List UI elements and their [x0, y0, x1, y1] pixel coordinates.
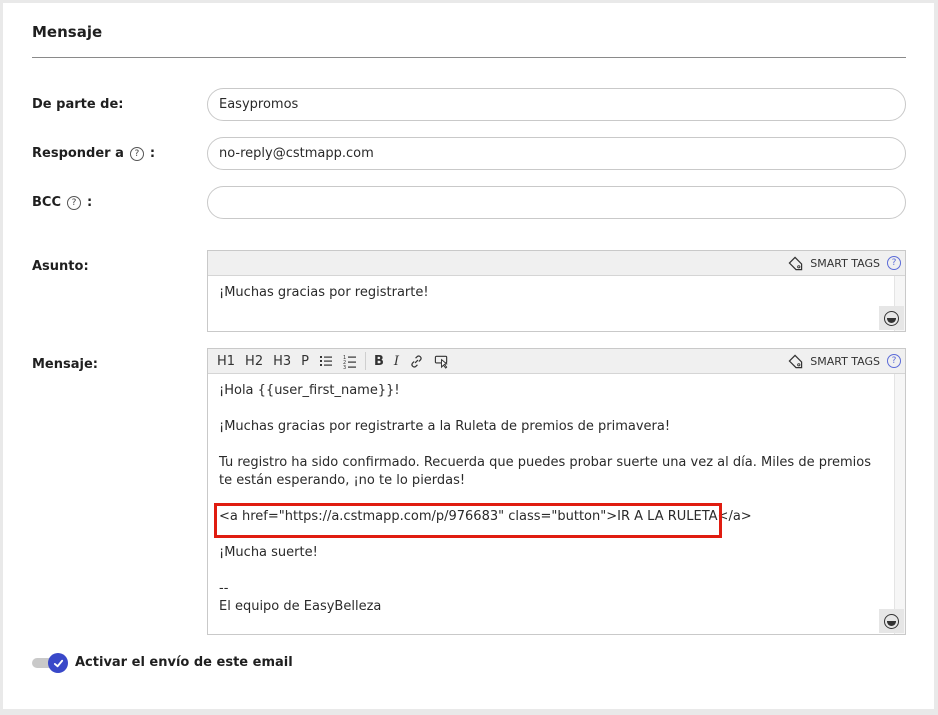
message-line	[219, 490, 881, 508]
bullet-list-icon	[319, 356, 332, 366]
message-line	[219, 400, 881, 418]
help-circle-icon[interactable]: ?	[887, 256, 901, 270]
activate-email-label: Activar el envío de este email	[75, 655, 293, 670]
message-label-text: Mensaje:	[32, 357, 98, 372]
message-line: ¡Mucha suerte!	[219, 545, 318, 560]
h3-button[interactable]: H3	[268, 349, 296, 373]
section-title: Mensaje	[32, 23, 103, 41]
check-icon	[53, 659, 63, 667]
from-input-value: Easypromos	[219, 97, 299, 112]
italic-button[interactable]: I	[389, 349, 404, 373]
reply-to-input[interactable]: no-reply@cstmapp.com	[207, 137, 906, 170]
message-line	[219, 526, 881, 544]
message-label: Mensaje:	[32, 357, 98, 372]
from-input[interactable]: Easypromos	[207, 88, 906, 121]
bullet-list-button[interactable]	[314, 349, 338, 373]
subject-toolbar: SMART TAGS ?	[208, 251, 905, 276]
h2-button[interactable]: H2	[240, 349, 268, 373]
message-body[interactable]: ¡Hola {{user_first_name}}! ¡Muchas graci…	[208, 374, 905, 634]
emoji-button[interactable]	[879, 609, 904, 633]
subject-body[interactable]: ¡Muchas gracias por registrarte!	[208, 276, 905, 331]
emoji-icon	[884, 310, 899, 326]
help-circle-icon[interactable]: ?	[129, 146, 144, 161]
message-line	[219, 562, 881, 580]
message-line: --	[219, 581, 229, 596]
subject-text: ¡Muchas gracias por registrarte!	[219, 285, 429, 300]
numbered-list-icon: 1 2 3	[343, 355, 356, 369]
bcc-label-text: BCC	[32, 195, 61, 210]
message-toolbar: H1 H2 H3 P 1 2 3 B I SMART TAGS ?	[208, 349, 905, 374]
from-label-text: De parte de:	[32, 97, 124, 112]
insert-button[interactable]	[429, 349, 454, 373]
tag-icon	[788, 256, 803, 270]
link-button[interactable]	[404, 349, 429, 373]
smart-tags-label: SMART TAGS	[810, 256, 880, 270]
link-icon	[411, 354, 422, 368]
reply-to-input-value: no-reply@cstmapp.com	[219, 146, 374, 161]
tag-icon	[788, 354, 803, 368]
emoji-icon	[884, 613, 899, 629]
emoji-button[interactable]	[879, 306, 904, 330]
smart-tags-label: SMART TAGS	[810, 354, 880, 368]
h1-button[interactable]: H1	[212, 349, 240, 373]
subject-editor[interactable]: SMART TAGS ? ¡Muchas gracias por registr…	[207, 250, 906, 332]
bcc-label: BCC ? :	[32, 195, 92, 210]
from-label: De parte de:	[32, 97, 124, 112]
message-line: ¡Hola {{user_first_name}}!	[219, 383, 400, 398]
reply-to-label-suffix: :	[149, 146, 156, 161]
message-line-link: <a href="https://a.cstmapp.com/p/976683"…	[219, 509, 752, 524]
message-editor[interactable]: H1 H2 H3 P 1 2 3 B I SMART TAGS ? ¡Hola …	[207, 348, 906, 635]
bcc-label-suffix: :	[87, 195, 93, 210]
reply-to-label-text: Responder a	[32, 146, 124, 161]
message-scrollbar[interactable]	[894, 374, 905, 634]
numbered-list-button[interactable]: 1 2 3	[338, 349, 362, 373]
svg-text:3: 3	[343, 365, 346, 369]
reply-to-label: Responder a ? :	[32, 146, 155, 161]
subject-smart-tags[interactable]: SMART TAGS ?	[788, 251, 901, 275]
activate-email-toggle[interactable]	[32, 653, 70, 673]
toggle-knob	[48, 653, 68, 673]
message-settings-panel: Mensaje De parte de: Easypromos Responde…	[3, 3, 934, 709]
bold-button[interactable]: B	[369, 349, 389, 373]
toolbar-separator	[364, 352, 366, 370]
help-circle-icon[interactable]: ?	[67, 195, 81, 210]
insert-icon	[434, 355, 448, 369]
subject-label: Asunto:	[32, 259, 89, 274]
paragraph-button[interactable]: P	[296, 349, 314, 373]
section-divider	[32, 57, 906, 58]
message-line: ¡Muchas gracias por registrarte a la Rul…	[219, 419, 671, 434]
message-line: Tu registro ha sido confirmado. Recuerda…	[219, 455, 872, 488]
subject-label-text: Asunto:	[32, 259, 89, 274]
bcc-input[interactable]	[207, 186, 906, 219]
message-smart-tags[interactable]: SMART TAGS ?	[788, 349, 901, 373]
message-line	[219, 436, 881, 454]
message-line: El equipo de EasyBelleza	[219, 599, 382, 614]
help-circle-icon[interactable]: ?	[887, 354, 901, 368]
